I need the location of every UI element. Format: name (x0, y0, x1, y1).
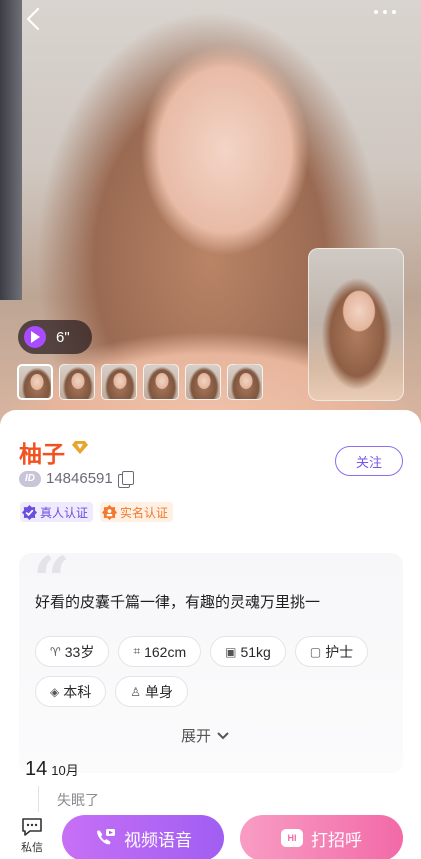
user-id: 14846591 (46, 470, 113, 487)
tag-job: ▢ 护士 (294, 636, 369, 667)
photo-thumbnail[interactable] (101, 364, 137, 400)
message-button[interactable]: 私信 (16, 817, 48, 855)
video-duration-button[interactable]: 6" (18, 320, 92, 354)
weight-icon: ▣ (225, 644, 237, 659)
badge-label: 实名认证 (120, 505, 169, 520)
hi-icon: HI (281, 829, 303, 847)
follow-button[interactable]: 关注 (335, 446, 403, 476)
profile-card: 柚子 ID 14846591 关注 真人认证 实名认证 “ 好看的皮囊千篇一律，… (0, 410, 421, 859)
profile-photo[interactable]: 6" (0, 0, 421, 425)
photo-thumbnail[interactable] (59, 364, 95, 400)
badge-label: 真人认证 (40, 505, 89, 520)
video-call-icon (97, 829, 115, 845)
message-label: 私信 (21, 842, 43, 854)
more-options-button[interactable] (365, 2, 405, 22)
bottom-action-bar: 私信 视频语音 HI 打招呼 (0, 807, 421, 859)
profile-tags: ♈ 33岁 ⌗ 162cm ▣ 51kg ▢ 护士 ◈ 本科 ♙ 单身 (35, 636, 395, 707)
video-preview-thumbnail[interactable] (308, 248, 404, 401)
photo-background (0, 0, 22, 300)
user-name: 柚子 (19, 441, 65, 467)
photo-thumbnail[interactable] (17, 364, 53, 400)
tag-relationship: ♙ 单身 (115, 676, 188, 707)
moment-date: 14 10月 (25, 758, 79, 781)
tag-label: 51kg (240, 643, 271, 660)
tag-weight: ▣ 51kg (210, 636, 286, 667)
expand-label: 展开 (181, 728, 212, 745)
height-icon: ⌗ (133, 644, 141, 658)
tag-label: 本科 (63, 683, 92, 700)
photo-thumbnail[interactable] (227, 364, 263, 400)
verification-badges: 真人认证 实名认证 (20, 502, 174, 522)
tag-height: ⌗ 162cm (118, 636, 202, 667)
real-name-badge: 实名认证 (100, 502, 174, 522)
tag-label: 护士 (325, 643, 354, 660)
duration-text: 6" (56, 328, 70, 346)
chat-icon (22, 818, 42, 836)
dot (392, 10, 396, 14)
photo-thumbnail[interactable] (143, 364, 179, 400)
video-voice-label: 视频语音 (124, 830, 192, 850)
job-icon: ▢ (309, 644, 322, 659)
chevron-left-icon (26, 7, 40, 31)
photo-thumbnails (17, 364, 263, 400)
greet-label: 打招呼 (311, 830, 362, 850)
photo-thumbnail[interactable] (185, 364, 221, 400)
moment-day: 14 (25, 758, 48, 780)
tag-label: 162cm (144, 643, 187, 660)
dot (383, 10, 387, 14)
education-icon: ◈ (50, 684, 60, 699)
back-button[interactable] (18, 6, 48, 32)
tag-education: ◈ 本科 (35, 676, 107, 707)
tag-label: 33岁 (64, 643, 95, 660)
bio-text: 好看的皮囊千篇一律，有趣的灵魂万里挑一 (35, 594, 321, 611)
user-id-row: ID 14846591 (19, 470, 134, 488)
diamond-icon (72, 441, 88, 459)
age-icon: ♈ (50, 644, 61, 659)
real-person-badge: 真人认证 (20, 502, 94, 522)
tag-label: 单身 (145, 683, 173, 700)
verified-icon (22, 504, 37, 520)
play-icon (24, 326, 46, 348)
expand-button[interactable]: 展开 (181, 725, 229, 746)
tag-age: ♈ 33岁 (35, 636, 110, 667)
greet-button[interactable]: HI 打招呼 (240, 815, 403, 859)
copy-icon[interactable] (117, 470, 134, 488)
person-icon: ♙ (130, 684, 141, 699)
id-badge: ID (19, 470, 41, 487)
dot (374, 10, 378, 14)
id-card-icon (102, 504, 118, 520)
chevron-down-icon (217, 731, 229, 739)
moment-month: 10月 (51, 763, 79, 778)
video-voice-call-button[interactable]: 视频语音 (62, 815, 224, 859)
